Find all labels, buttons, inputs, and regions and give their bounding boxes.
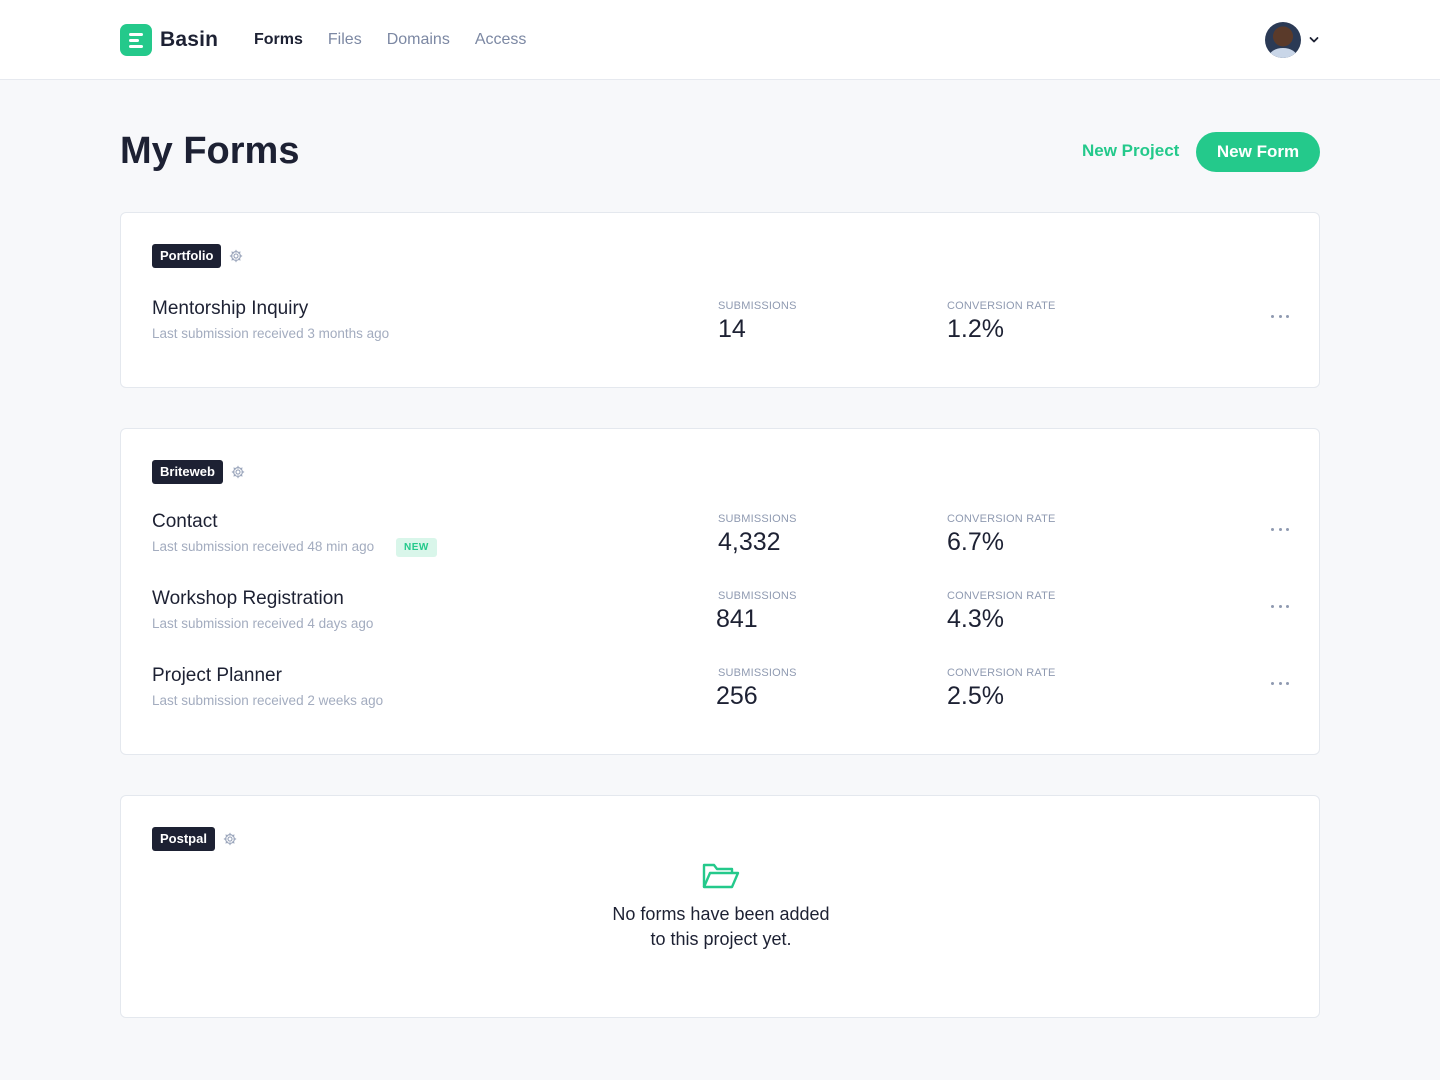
gear-icon[interactable] — [229, 249, 243, 263]
form-row: Contact Last submission received 48 min … — [121, 511, 1321, 571]
form-row: Project Planner Last submission received… — [121, 665, 1321, 725]
conversion-rate-label: CONVERSION RATE — [947, 667, 1056, 679]
conversion-rate-label: CONVERSION RATE — [947, 513, 1056, 525]
form-name[interactable]: Contact — [152, 511, 217, 533]
submissions-value: 841 — [716, 605, 758, 633]
empty-state: No forms have been added to this project… — [121, 862, 1321, 952]
project-tag: Portfolio — [152, 244, 222, 268]
basin-logo-icon — [120, 24, 152, 56]
form-row: Workshop Registration Last submission re… — [121, 588, 1321, 648]
page-title: My Forms — [120, 130, 300, 172]
form-name[interactable]: Project Planner — [152, 665, 282, 687]
chevron-down-icon[interactable] — [1309, 35, 1319, 45]
brand-name: Basin — [160, 28, 219, 51]
submissions-label: SUBMISSIONS — [718, 300, 797, 312]
more-horizontal-icon[interactable] — [1271, 681, 1289, 687]
last-submission-text: Last submission received 4 days ago — [152, 616, 374, 631]
project-tag: Postpal — [152, 827, 215, 851]
form-name[interactable]: Workshop Registration — [152, 588, 344, 610]
new-project-button[interactable]: New Project — [1082, 141, 1179, 161]
form-name[interactable]: Mentorship Inquiry — [152, 298, 308, 320]
submissions-value: 4,332 — [718, 528, 781, 556]
last-submission-text: Last submission received 48 min ago — [152, 539, 375, 554]
new-form-button[interactable]: New Form — [1196, 132, 1320, 172]
project-card-briteweb: Briteweb Contact Last submission receive… — [120, 428, 1320, 755]
submissions-value: 256 — [716, 682, 758, 710]
main-nav: Forms Files Domains Access — [254, 0, 551, 80]
nav-item-files[interactable]: Files — [328, 31, 362, 49]
conversion-rate-label: CONVERSION RATE — [947, 590, 1056, 602]
empty-state-line: to this project yet. — [650, 929, 792, 949]
submissions-value: 14 — [718, 315, 746, 343]
more-horizontal-icon[interactable] — [1271, 527, 1289, 533]
more-horizontal-icon[interactable] — [1271, 604, 1289, 610]
project-card-portfolio: Portfolio Mentorship Inquiry Last submis… — [120, 212, 1320, 388]
avatar[interactable] — [1265, 22, 1301, 58]
last-submission-text: Last submission received 2 weeks ago — [152, 693, 384, 708]
submissions-label: SUBMISSIONS — [718, 667, 797, 679]
project-card-postpal: Postpal No forms have been added to this… — [120, 795, 1320, 1018]
conversion-rate-value: 6.7% — [947, 528, 1004, 556]
empty-state-line: No forms have been added — [612, 904, 830, 924]
user-menu[interactable] — [1265, 22, 1319, 58]
conversion-rate-value: 1.2% — [947, 315, 1004, 343]
submissions-label: SUBMISSIONS — [718, 590, 797, 602]
more-horizontal-icon[interactable] — [1271, 314, 1289, 320]
conversion-rate-value: 4.3% — [947, 605, 1004, 633]
last-submission-text: Last submission received 3 months ago — [152, 326, 390, 341]
conversion-rate-value: 2.5% — [947, 682, 1004, 710]
form-row: Mentorship Inquiry Last submission recei… — [121, 298, 1321, 358]
brand-logo[interactable]: Basin — [120, 24, 218, 56]
nav-item-domains[interactable]: Domains — [387, 31, 450, 49]
empty-state-message: No forms have been added to this project… — [121, 902, 1321, 952]
submissions-label: SUBMISSIONS — [718, 513, 797, 525]
project-tag: Briteweb — [152, 460, 223, 484]
nav-item-access[interactable]: Access — [475, 31, 527, 49]
folder-open-icon — [702, 863, 740, 889]
nav-item-forms[interactable]: Forms — [254, 31, 303, 49]
new-badge: NEW — [396, 538, 437, 557]
top-navigation-bar: Basin Forms Files Domains Access — [0, 0, 1440, 80]
conversion-rate-label: CONVERSION RATE — [947, 300, 1056, 312]
gear-icon[interactable] — [223, 832, 237, 846]
gear-icon[interactable] — [231, 465, 245, 479]
